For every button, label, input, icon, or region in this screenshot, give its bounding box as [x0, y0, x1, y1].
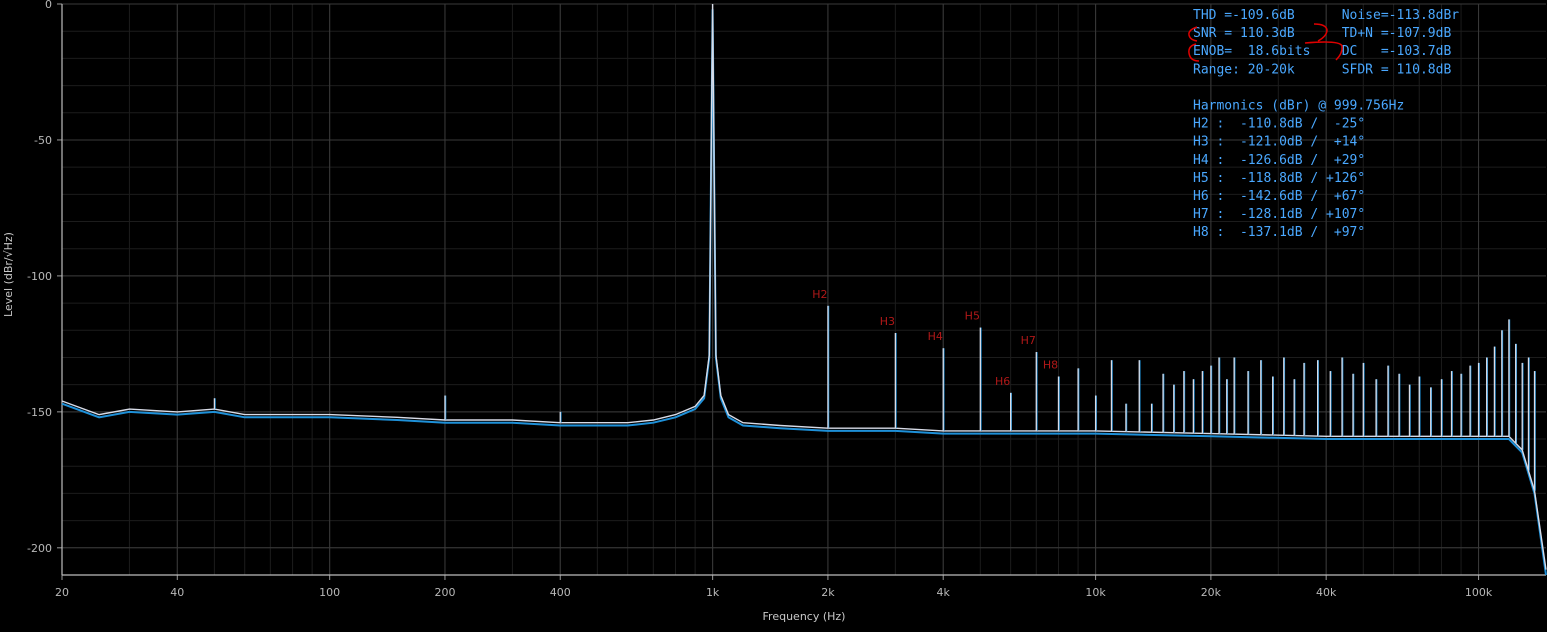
stat-line: H6 : -142.6dB / +67° [1193, 189, 1365, 204]
x-tick-label: 10k [1085, 586, 1106, 599]
chart-background [0, 0, 1547, 632]
x-tick-label: 40 [170, 586, 184, 599]
x-tick-label: 20 [55, 586, 69, 599]
harmonic-label: H2 [812, 288, 827, 301]
x-tick-label: 20k [1201, 586, 1222, 599]
x-tick-label: 100 [319, 586, 340, 599]
stat-line: Range: 20-20k SFDR = 110.8dB [1193, 62, 1451, 77]
x-tick-label: 40k [1316, 586, 1337, 599]
y-axis-label: Level (dBr/√Hz) [2, 232, 15, 317]
x-tick-label: 4k [937, 586, 951, 599]
y-tick-label: -50 [34, 134, 52, 147]
y-tick-label: -100 [27, 270, 52, 283]
x-tick-label: 400 [550, 586, 571, 599]
stat-line: H3 : -121.0dB / +14° [1193, 135, 1365, 150]
x-tick-label: 2k [821, 586, 835, 599]
stat-line: H5 : -118.8dB / +126° [1193, 171, 1365, 186]
stat-line: ENOB= 18.6bits DC =-103.7dB [1193, 44, 1451, 59]
y-tick-label: -150 [27, 406, 52, 419]
stat-line: H8 : -137.1dB / +97° [1193, 225, 1365, 240]
stat-line: THD =-109.6dB Noise=-113.8dBr [1193, 8, 1459, 23]
stat-line: Harmonics (dBr) @ 999.756Hz [1193, 99, 1404, 114]
harmonic-label: H6 [995, 375, 1010, 388]
harmonic-label: H8 [1043, 359, 1058, 372]
x-tick-label: 100k [1465, 586, 1493, 599]
harmonic-label: H7 [1021, 334, 1036, 347]
y-tick-label: 0 [45, 0, 52, 11]
harmonic-label: H5 [965, 310, 980, 323]
stat-line: H2 : -110.8dB / -25° [1193, 117, 1365, 132]
x-tick-label: 1k [706, 586, 720, 599]
y-tick-label: -200 [27, 542, 52, 555]
harmonic-label: H3 [880, 315, 895, 328]
stat-line: H7 : -128.1dB / +107° [1193, 207, 1365, 222]
x-tick-label: 200 [434, 586, 455, 599]
spectrum-chart: 20 40 100 200 400 1k 2k 4k 10k 20k 40k 100k 0 -50 -100… [0, 0, 1547, 632]
x-axis-label: Frequency (Hz) [763, 610, 846, 623]
stat-line: H4 : -126.6dB / +29° [1193, 153, 1365, 168]
harmonic-label: H4 [928, 330, 943, 343]
